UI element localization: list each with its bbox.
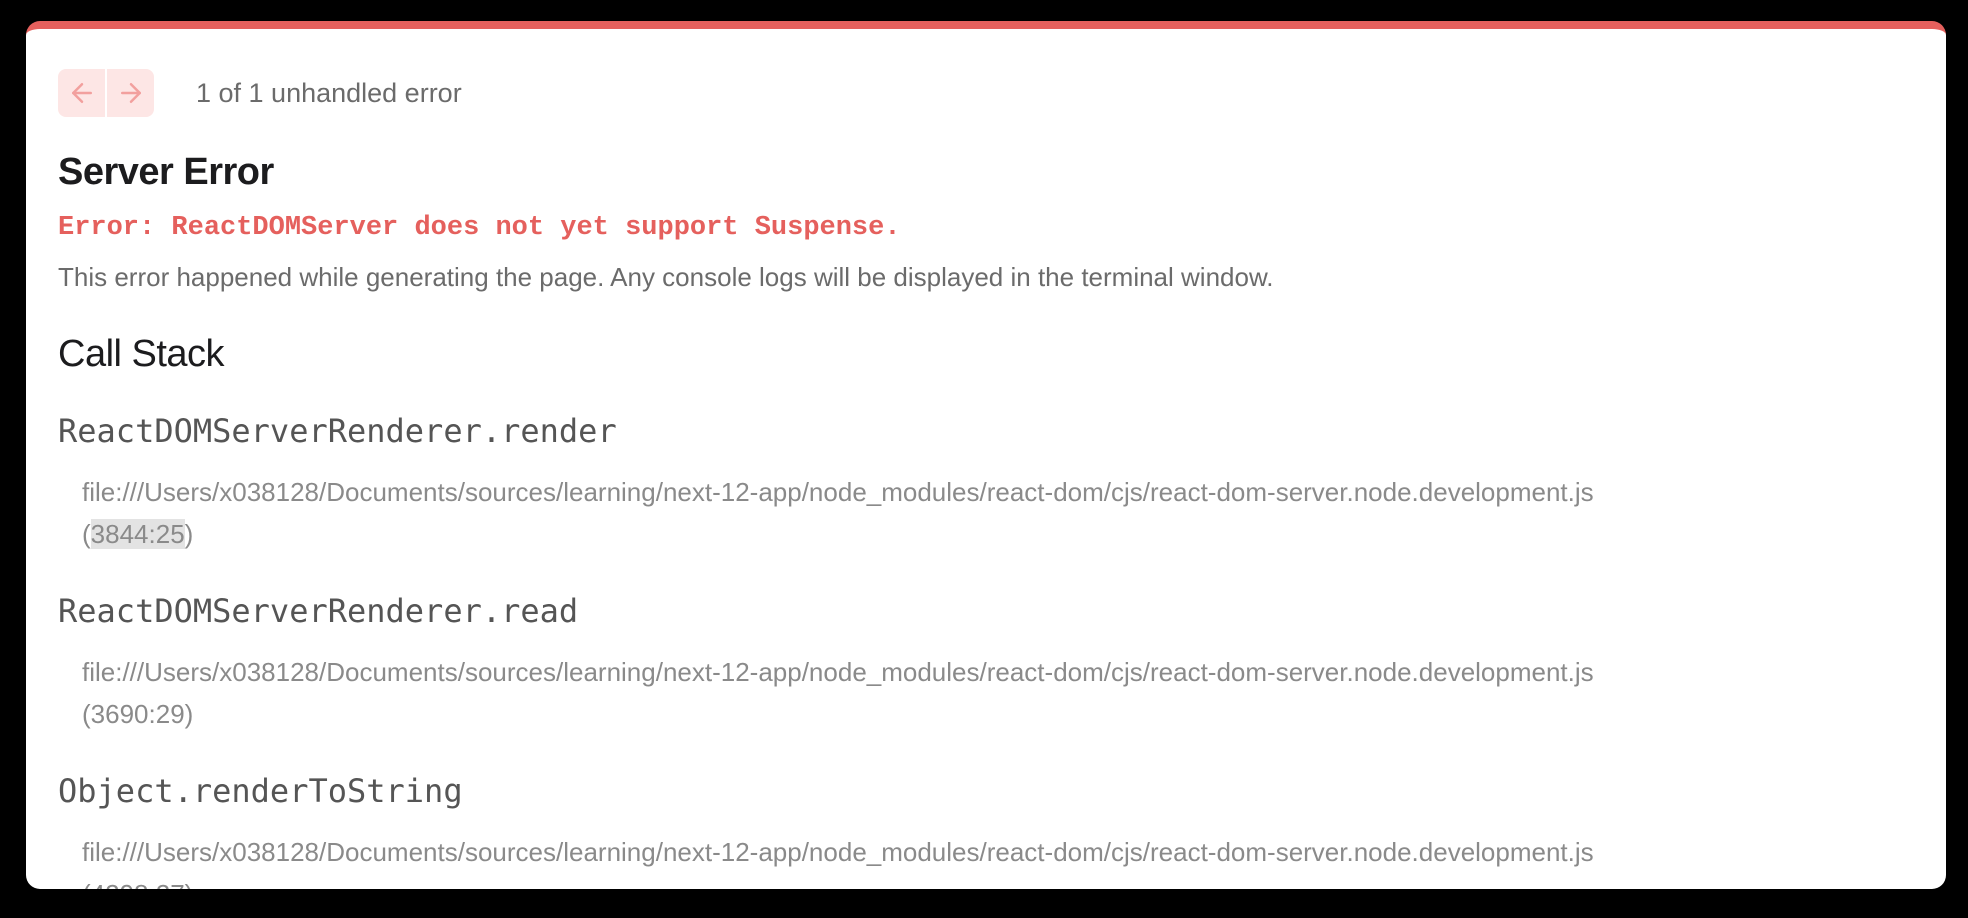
error-count: 1 of 1 unhandled error [196,77,462,108]
arrow-right-icon [120,83,141,103]
stack-frame-function: ReactDOMServerRenderer.read [58,592,579,630]
page-title: Server Error [58,151,274,193]
stack-frame-function: Object.renderToString [58,772,463,810]
stack-frame-line-col: 3844:25 [90,519,185,549]
stack-frame-location[interactable]: file:///Users/x038128/Documents/sources/… [82,471,1842,555]
error-pagination: 1 of 1 unhandled error [58,69,462,117]
previous-error-button[interactable] [58,69,105,117]
stack-frame-function: ReactDOMServerRenderer.render [58,412,617,450]
next-error-button[interactable] [107,69,154,117]
stack-frame-location[interactable]: file:///Users/x038128/Documents/sources/… [82,831,1842,889]
stack-frame-location[interactable]: file:///Users/x038128/Documents/sources/… [82,651,1842,735]
error-description: This error happened while generating the… [58,262,1274,292]
error-message: Error: ReactDOMServer does not yet suppo… [58,213,901,243]
call-stack-heading: Call Stack [58,333,225,375]
stack-frame-line-col: 4298:27 [91,879,185,889]
stack-frame-file: file:///Users/x038128/Documents/sources/… [82,837,1594,867]
stack-frame-line-col: 3690:29 [90,699,185,729]
stack-frame-file: file:///Users/x038128/Documents/sources/… [82,657,1594,687]
error-overlay-dialog: 1 of 1 unhandled error Server Error Erro… [26,21,1946,889]
arrow-left-icon [71,83,92,103]
pagination-buttons [58,69,154,117]
stack-frame-file: file:///Users/x038128/Documents/sources/… [82,477,1594,507]
